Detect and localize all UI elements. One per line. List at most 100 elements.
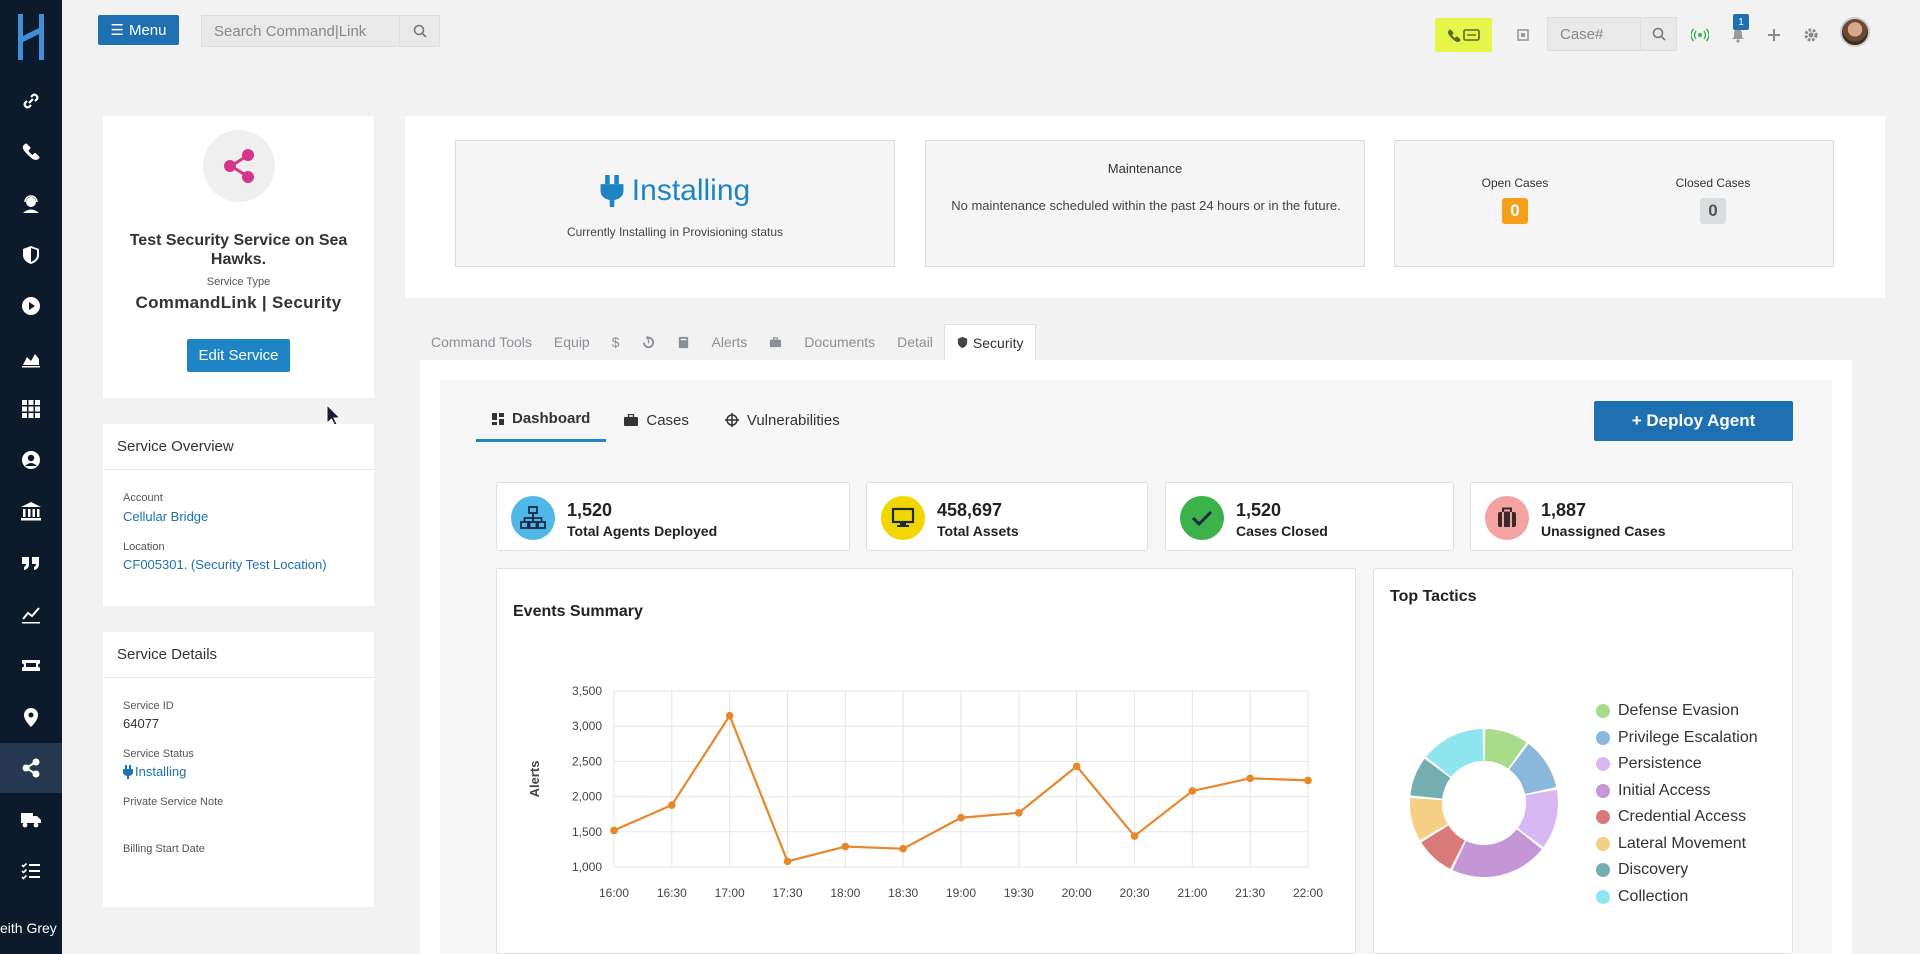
alerts-data-point[interactable] bbox=[610, 826, 618, 835]
legend-item-privilege-escalation[interactable]: Privilege Escalation bbox=[1596, 725, 1758, 752]
alerts-data-point[interactable] bbox=[1130, 832, 1139, 840]
phone-ticket-icon bbox=[1447, 29, 1480, 42]
tab-equip[interactable]: Equip bbox=[543, 324, 601, 360]
service-type-label: Service Type bbox=[206, 276, 271, 288]
kpi-assets[interactable]: 458,697 Total Assets bbox=[866, 482, 1148, 551]
tab-alerts[interactable]: Alerts bbox=[701, 324, 759, 360]
tab-briefcase[interactable] bbox=[758, 324, 793, 360]
phone-ticket-button[interactable] bbox=[1435, 18, 1492, 52]
alerts-data-point[interactable] bbox=[1015, 808, 1023, 817]
kpi-cases-closed[interactable]: 1,520 Cases Closed bbox=[1165, 482, 1454, 551]
kpi-agents[interactable]: 1,520 Total Agents Deployed bbox=[496, 482, 850, 551]
service-status-label: Service Status bbox=[123, 748, 194, 760]
plus-icon[interactable] bbox=[1761, 22, 1787, 48]
alerts-data-point[interactable] bbox=[668, 801, 676, 809]
kpi-unassigned-value: 1,887 bbox=[1541, 500, 1587, 520]
rail-item-share[interactable] bbox=[0, 742, 62, 793]
alerts-data-point[interactable] bbox=[957, 813, 965, 822]
rail-item-ticket[interactable] bbox=[0, 640, 62, 690]
case-search-button[interactable] bbox=[1640, 18, 1676, 50]
legend-item-credential-access[interactable]: Credential Access bbox=[1596, 804, 1758, 831]
search-button[interactable] bbox=[399, 16, 439, 46]
rail-item-support-agent[interactable] bbox=[0, 179, 62, 229]
case-search[interactable]: Case# bbox=[1547, 17, 1677, 51]
avatar[interactable] bbox=[1840, 17, 1870, 47]
broadcast-icon[interactable] bbox=[1687, 22, 1713, 48]
legend-item-initial-access[interactable]: Initial Access bbox=[1596, 778, 1758, 805]
installing-title: Installing bbox=[456, 174, 894, 208]
legend-item-lateral-movement[interactable]: Lateral Movement bbox=[1596, 831, 1758, 858]
user-name[interactable]: eith Grey bbox=[0, 920, 62, 936]
rail-item-shield[interactable] bbox=[0, 230, 62, 280]
alerts-data-point[interactable] bbox=[725, 711, 734, 720]
rail-item-grid[interactable] bbox=[0, 384, 62, 434]
rail-item-line-chart[interactable] bbox=[0, 589, 62, 639]
share-icon bbox=[22, 758, 40, 778]
legend-item-collection[interactable]: Collection bbox=[1596, 884, 1758, 911]
rail-item-play[interactable] bbox=[0, 281, 62, 331]
service-card: Test Security Service on Sea Hawks. Serv… bbox=[103, 116, 374, 398]
subtab-vulnerabilities[interactable]: Vulnerabilities bbox=[707, 398, 858, 442]
y-tick-label: 2,500 bbox=[572, 754, 602, 768]
tab-detail[interactable]: Detail bbox=[886, 324, 944, 360]
rail-item-link[interactable] bbox=[0, 76, 62, 126]
subtab-cases[interactable]: Cases bbox=[606, 398, 707, 442]
legend-item-persistence[interactable]: Persistence bbox=[1596, 751, 1758, 778]
location-link[interactable]: CF005301. (Security Test Location) bbox=[123, 557, 327, 572]
service-id: 64077 bbox=[123, 716, 160, 731]
open-cases[interactable]: Open Cases 0 bbox=[1415, 176, 1615, 224]
gear-icon[interactable] bbox=[1798, 22, 1824, 48]
account-link[interactable]: Cellular Bridge bbox=[123, 509, 208, 524]
bank-icon bbox=[21, 502, 41, 521]
rail-item-area-chart[interactable] bbox=[0, 333, 62, 383]
alerts-data-point[interactable] bbox=[1188, 787, 1197, 795]
global-search[interactable]: Search Command|Link bbox=[201, 15, 440, 47]
menu-button[interactable]: ☰ Menu bbox=[98, 15, 179, 45]
briefcase-icon bbox=[770, 336, 782, 347]
donut-slice-initial-access[interactable] bbox=[1452, 829, 1542, 877]
alerts-data-point[interactable] bbox=[1246, 774, 1254, 783]
rail-item-phone[interactable] bbox=[0, 127, 62, 177]
edit-service-button[interactable]: Edit Service bbox=[187, 339, 290, 372]
search-input[interactable]: Search Command|Link bbox=[202, 23, 399, 40]
rail-item-truck[interactable] bbox=[0, 794, 62, 844]
x-tick-label: 18:30 bbox=[888, 886, 918, 900]
legend-label: Persistence bbox=[1618, 755, 1702, 773]
x-tick-label: 19:30 bbox=[1004, 886, 1034, 900]
legend-item-defense-evasion[interactable]: Defense Evasion bbox=[1596, 698, 1758, 725]
tab-security[interactable]: Security bbox=[943, 324, 1036, 360]
private-note-label: Private Service Note bbox=[123, 796, 224, 808]
kpi-unassigned[interactable]: 1,887 Unassigned Cases bbox=[1470, 482, 1793, 551]
line-chart-icon bbox=[22, 607, 40, 624]
tab-history[interactable] bbox=[631, 324, 666, 360]
rail-item-location-pin[interactable] bbox=[0, 692, 62, 742]
legend-label: Collection bbox=[1618, 887, 1689, 905]
hamburger-icon: ☰ bbox=[110, 22, 124, 39]
plug-icon bbox=[123, 764, 133, 779]
rail-item-bank[interactable] bbox=[0, 486, 62, 536]
tab-billing[interactable]: $ bbox=[601, 324, 631, 360]
alerts-data-point[interactable] bbox=[841, 842, 850, 851]
check-icon bbox=[1180, 496, 1224, 540]
x-tick-label: 19:00 bbox=[946, 886, 976, 900]
case-input[interactable]: Case# bbox=[1548, 26, 1640, 43]
app-logo[interactable] bbox=[12, 10, 50, 64]
alerts-data-point[interactable] bbox=[1072, 762, 1081, 771]
alerts-data-point[interactable] bbox=[899, 844, 907, 853]
rail-item-checklist[interactable] bbox=[0, 846, 62, 896]
rail-item-user[interactable] bbox=[0, 435, 62, 485]
subtab-dashboard[interactable]: Dashboard bbox=[476, 398, 607, 442]
tab-command-tools[interactable]: Command Tools bbox=[420, 324, 543, 360]
alerts-data-point[interactable] bbox=[783, 857, 792, 866]
expand-icon[interactable] bbox=[1510, 22, 1536, 48]
tab-documents[interactable]: Documents bbox=[793, 324, 886, 360]
rail-item-quote[interactable] bbox=[0, 538, 62, 588]
legend-item-discovery[interactable]: Discovery bbox=[1596, 857, 1758, 884]
maintenance-text: No maintenance scheduled within the past… bbox=[951, 198, 1341, 213]
service-id-label: Service ID bbox=[123, 700, 174, 712]
alerts-data-point[interactable] bbox=[1304, 776, 1312, 785]
tab-book[interactable] bbox=[666, 324, 701, 360]
closed-cases[interactable]: Closed Cases 0 bbox=[1613, 176, 1813, 224]
quote-icon bbox=[22, 556, 39, 570]
deploy-agent-button[interactable]: + Deploy Agent bbox=[1594, 401, 1793, 441]
